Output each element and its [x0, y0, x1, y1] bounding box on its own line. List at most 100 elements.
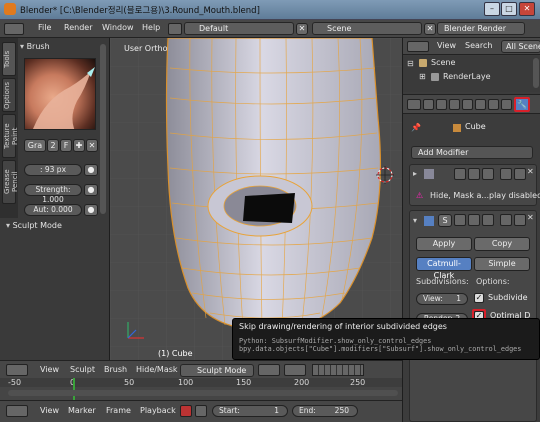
outliner-scrollbar[interactable] — [533, 58, 539, 88]
tab-options[interactable]: Options — [2, 78, 16, 112]
mask-editmode-icon[interactable] — [454, 168, 466, 180]
viewport-menu-hidemask[interactable]: Hide/Mask — [136, 365, 178, 374]
menu-help[interactable]: Help — [142, 23, 160, 32]
object-tab-icon[interactable] — [475, 99, 486, 110]
scene-close-icon[interactable]: ✕ — [424, 23, 436, 35]
collapse-arrow-icon: ▾ — [6, 221, 11, 230]
new-brush-icon[interactable]: ✚ — [73, 139, 85, 152]
mode-dropdown[interactable]: Sculpt Mode — [180, 364, 254, 377]
render-engine-dropdown[interactable]: Blender Render — [437, 22, 525, 35]
renderlayer-expand-icon[interactable]: ⊞ — [419, 72, 426, 81]
strength-field[interactable]: Strength: 1.000 — [24, 184, 82, 204]
subsurf-viewport-icon[interactable] — [482, 214, 494, 226]
close-button[interactable]: ✕ — [519, 2, 535, 16]
copy-button[interactable]: Copy — [474, 237, 530, 251]
minimize-button[interactable]: – — [484, 2, 500, 16]
world-tab-icon[interactable] — [462, 99, 473, 110]
timeline-editor-icon[interactable] — [6, 405, 28, 417]
editor-type-icon[interactable] — [4, 23, 24, 35]
start-frame-label: Start: — [219, 406, 240, 415]
tool-shelf-scrollbar[interactable] — [100, 44, 106, 214]
catmull-clark-button[interactable]: Catmull-Clark — [416, 257, 472, 280]
outliner-editor-icon[interactable] — [407, 41, 429, 52]
current-frame-marker[interactable] — [73, 378, 75, 400]
render-tab-icon[interactable] — [423, 99, 434, 110]
simple-button[interactable]: Simple — [474, 257, 530, 271]
brush-users-count[interactable]: 2 — [47, 139, 59, 152]
mask-render-icon[interactable] — [468, 168, 480, 180]
start-frame-field[interactable]: Start: 1 — [212, 405, 288, 417]
layout-close-icon[interactable]: ✕ — [296, 23, 308, 35]
radius-field[interactable]: : 93 px — [24, 164, 82, 176]
outliner-scene-item[interactable]: Scene — [431, 58, 455, 67]
data-tab-icon[interactable] — [501, 99, 512, 110]
strength-pressure-icon[interactable]: ● — [84, 184, 98, 196]
autosmooth-field[interactable]: Aut: 0.000 — [24, 204, 82, 216]
add-modifier-dropdown[interactable]: Add Modifier — [411, 146, 533, 159]
brush-preview-image[interactable] — [24, 58, 96, 130]
viewport-menu-view[interactable]: View — [40, 365, 59, 374]
mask-remove-icon[interactable]: ✕ — [527, 167, 534, 176]
modifier-wrench-icon[interactable]: 🔧 — [514, 97, 530, 112]
tooltip-python-data-path: bpy.data.objects["Cube"].modifiers["Subs… — [239, 345, 522, 353]
fake-user-button[interactable]: F — [60, 139, 72, 152]
timeline-menu-view[interactable]: View — [40, 406, 59, 415]
autosmooth-pressure-icon[interactable]: ● — [84, 204, 98, 216]
record-icon[interactable] — [180, 405, 192, 417]
subsurf-move-down-icon[interactable] — [514, 214, 526, 226]
viewport-menu-sculpt[interactable]: Sculpt — [70, 365, 95, 374]
menu-render[interactable]: Render — [64, 23, 92, 32]
radius-pressure-icon[interactable]: ● — [84, 164, 98, 176]
subsurf-editmode-icon[interactable] — [454, 214, 466, 226]
mask-move-down-icon[interactable] — [514, 168, 526, 180]
renderlayer-tab-icon[interactable] — [436, 99, 447, 110]
brush-panel-header[interactable]: ▾ Brush — [20, 42, 108, 54]
tab-texture-paint[interactable]: Texture Paint — [2, 114, 19, 158]
subsurf-collapse-icon[interactable]: ▾ — [413, 216, 417, 225]
maximize-button[interactable]: □ — [501, 2, 517, 16]
modifier-name-field[interactable]: S — [438, 214, 452, 227]
unlink-brush-icon[interactable]: ✕ — [86, 139, 98, 152]
outliner-menu-view[interactable]: View — [437, 41, 456, 50]
pin-icon[interactable]: 📌 — [411, 123, 421, 132]
sculpt-mode-panel-header[interactable]: ▾ Sculpt Mode — [6, 221, 106, 233]
tab-grease-pencil[interactable]: Grease Pencil — [2, 160, 19, 204]
3d-viewport[interactable]: User Ortho (1) Cube — [110, 38, 402, 360]
outliner-renderlayer-item[interactable]: RenderLaye — [443, 72, 491, 81]
scene-expand-icon[interactable]: ⊟ — [407, 59, 414, 68]
timeline-menu-marker[interactable]: Marker — [68, 406, 96, 415]
layout-icon[interactable] — [168, 23, 182, 35]
view-levels-field[interactable]: View: 1 — [416, 293, 468, 305]
timeline-area[interactable]: -50 0 50 100 150 200 250 — [0, 378, 402, 400]
viewport-shading-dropdown[interactable] — [258, 364, 280, 376]
menu-window[interactable]: Window — [102, 23, 134, 32]
viewport-menu-brush[interactable]: Brush — [104, 365, 127, 374]
subsurf-render-icon[interactable] — [468, 214, 480, 226]
mask-viewport-icon[interactable] — [482, 168, 494, 180]
viewport-editor-icon[interactable] — [6, 364, 28, 376]
keying-set-icon[interactable] — [195, 405, 207, 417]
properties-editor-icon[interactable] — [407, 99, 421, 110]
subsurf-remove-icon[interactable]: ✕ — [527, 213, 534, 222]
subsurf-move-up-icon[interactable] — [500, 214, 512, 226]
timeline-menu-playback[interactable]: Playback — [140, 406, 176, 415]
timeline-menu-frame[interactable]: Frame — [106, 406, 131, 415]
apply-button[interactable]: Apply — [416, 237, 472, 251]
outliner-filter-dropdown[interactable]: All Scene — [501, 40, 540, 53]
mask-move-up-icon[interactable] — [500, 168, 512, 180]
mask-expand-icon[interactable]: ▸ — [413, 169, 417, 178]
end-frame-field[interactable]: End: 250 — [292, 405, 358, 417]
menu-file[interactable]: File — [38, 23, 51, 32]
scene-dropdown[interactable]: Scene — [312, 22, 422, 35]
layer-buttons[interactable] — [312, 364, 364, 376]
subdivide-uvs-checkbox[interactable]: ✓ — [474, 293, 484, 303]
brush-name-field[interactable]: Gra — [24, 139, 46, 152]
tab-tools[interactable]: Tools — [2, 42, 16, 76]
constraints-tab-icon[interactable] — [488, 99, 499, 110]
layout-dropdown[interactable]: Default — [184, 22, 294, 35]
timeline-scrollbar[interactable] — [8, 390, 398, 396]
scene-tab-icon[interactable] — [449, 99, 460, 110]
main-menu-bar: File Render Window Help Default ✕ Scene … — [0, 20, 540, 38]
outliner-menu-search[interactable]: Search — [465, 41, 492, 50]
pivot-point-dropdown[interactable] — [284, 364, 306, 376]
